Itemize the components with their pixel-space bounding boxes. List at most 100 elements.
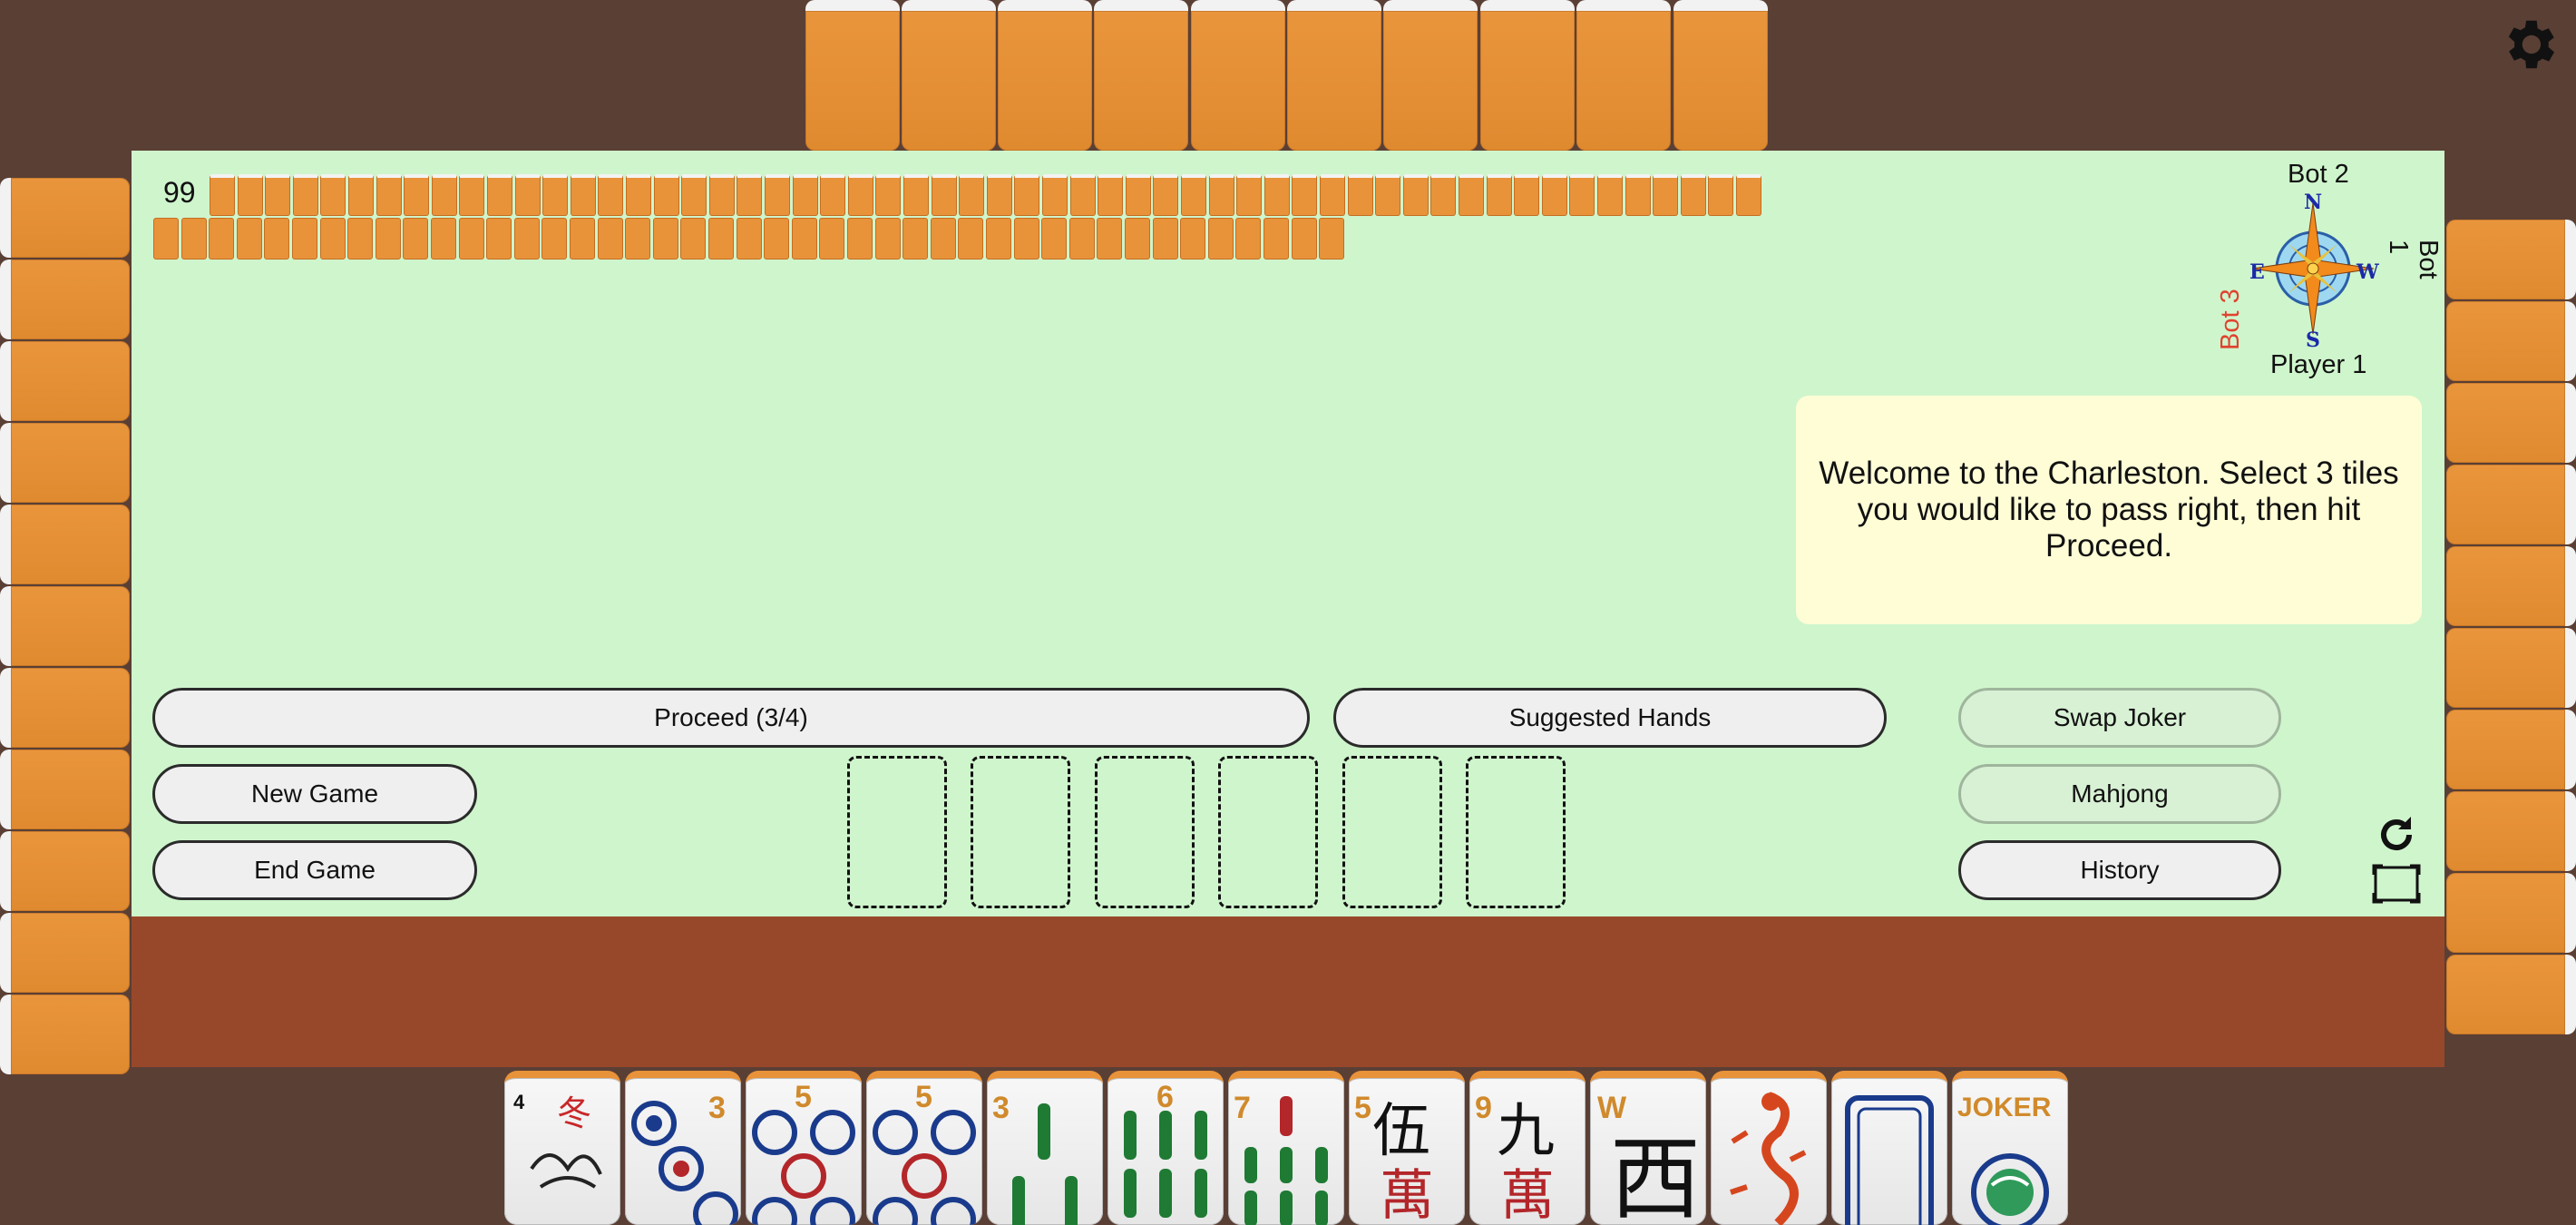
wall-tile — [403, 218, 429, 260]
tile-back — [2446, 301, 2576, 381]
wall-tile — [1320, 174, 1345, 216]
hand-tile[interactable]: 5 — [746, 1071, 862, 1225]
pass-slot[interactable] — [971, 756, 1070, 908]
pass-slot[interactable] — [847, 756, 947, 908]
svg-text:萬: 萬 — [1380, 1164, 1434, 1225]
wall-tile — [570, 218, 595, 260]
wall-tile — [1708, 174, 1734, 216]
wall-tile — [1098, 174, 1124, 216]
history-button[interactable]: History — [1958, 840, 2281, 900]
suggested-hands-button[interactable]: Suggested Hands — [1333, 688, 1887, 748]
wall-tile — [1402, 174, 1429, 216]
wall-tile — [903, 174, 929, 216]
gear-icon[interactable] — [2497, 13, 2561, 76]
wall-tile — [903, 218, 929, 260]
wall-tile — [959, 174, 985, 216]
wall-tile — [376, 174, 402, 216]
hand-tile[interactable] — [1831, 1071, 1947, 1225]
wall-tile — [765, 174, 790, 216]
svg-text:伍: 伍 — [1372, 1098, 1430, 1165]
wall-tile — [930, 218, 956, 260]
wall-tile — [653, 174, 679, 216]
wall-tile — [737, 174, 763, 216]
wall-tile — [1014, 174, 1040, 216]
tile-back — [0, 260, 130, 339]
tile-back — [2446, 873, 2576, 953]
wall-tile — [847, 218, 873, 260]
tile-back — [2446, 710, 2576, 789]
new-game-button[interactable]: New Game — [152, 764, 477, 824]
pass-slot[interactable] — [1466, 756, 1566, 908]
wall-tile — [1264, 218, 1289, 260]
tile-back — [1287, 0, 1381, 151]
wall-tile — [1069, 174, 1096, 216]
wall-tile — [792, 174, 818, 216]
wall-tile — [486, 218, 512, 260]
wall-tile — [1125, 174, 1151, 216]
pass-slot[interactable] — [1095, 756, 1195, 908]
wall-tile — [1347, 174, 1373, 216]
message-text: Welcome to the Charleston. Select 3 tile… — [1819, 456, 2399, 564]
wall-tile — [347, 218, 374, 260]
wall-tile — [874, 218, 901, 260]
wall-tile — [459, 174, 485, 216]
wall-tile — [320, 174, 346, 216]
wall-tile — [431, 174, 457, 216]
wall-tile — [958, 218, 984, 260]
swap-joker-button[interactable]: Swap Joker — [1958, 688, 2281, 748]
hand-tile[interactable]: 6 — [1107, 1071, 1224, 1225]
svg-text:西: 西 — [1610, 1126, 1701, 1225]
compass-south: S — [2306, 328, 2320, 352]
tile-back — [2446, 791, 2576, 871]
proceed-button[interactable]: Proceed (3/4) — [152, 688, 1310, 748]
hand-tile[interactable]: 4 冬 — [504, 1071, 620, 1225]
wall-tile — [1152, 218, 1178, 260]
wall-tile — [1292, 174, 1318, 216]
hand-tile[interactable] — [1711, 1071, 1827, 1225]
wall-tile — [708, 174, 735, 216]
mahjong-button[interactable]: Mahjong — [1958, 764, 2281, 824]
wall-tile — [375, 218, 401, 260]
tile-back — [1673, 0, 1768, 151]
wall-tile — [1514, 174, 1540, 216]
hand-tile[interactable]: 5 — [866, 1071, 982, 1225]
hand-tile[interactable]: 3 — [625, 1071, 741, 1225]
wall-tile — [1181, 174, 1206, 216]
tile-back — [1383, 0, 1478, 151]
tile-back — [0, 586, 130, 666]
wall-tile — [264, 218, 290, 260]
tile-back — [2446, 546, 2576, 626]
refresh-icon[interactable] — [2375, 813, 2418, 857]
wall-tile — [791, 218, 817, 260]
wall-tile — [181, 218, 207, 260]
wall-tile — [986, 218, 1011, 260]
wall-tile — [1653, 174, 1679, 216]
hand-tile[interactable]: 3 — [987, 1071, 1103, 1225]
wall-tile — [431, 218, 456, 260]
pass-slot[interactable] — [1342, 756, 1442, 908]
pass-slot[interactable] — [1218, 756, 1318, 908]
wall-tile — [265, 174, 291, 216]
hand-tile[interactable]: JOKER — [1952, 1071, 2068, 1225]
fullscreen-icon[interactable] — [2372, 864, 2421, 904]
hand-tile[interactable]: 5 伍 萬 — [1349, 1071, 1465, 1225]
tile-back — [0, 913, 130, 993]
tile-back — [0, 995, 130, 1074]
hand-tile[interactable]: 7 — [1228, 1071, 1344, 1225]
wall-tile — [819, 218, 845, 260]
end-game-button[interactable]: End Game — [152, 840, 477, 900]
white-dragon-icon — [1845, 1095, 1934, 1225]
seat-top-label: Bot 2 — [2288, 160, 2349, 189]
tile-back — [2446, 628, 2576, 708]
tile-back — [998, 0, 1092, 151]
wall-tile — [1207, 218, 1234, 260]
wall-tile — [652, 218, 678, 260]
hand-tile[interactable]: 9 九 萬 — [1469, 1071, 1586, 1225]
wall-tile — [292, 218, 317, 260]
tile-back — [2446, 220, 2576, 299]
red-dragon-icon — [1730, 1092, 1807, 1225]
wall-tile — [1459, 174, 1484, 216]
hand-tile[interactable]: W 西 — [1590, 1071, 1706, 1225]
wall-tile — [1736, 174, 1761, 216]
wall-tile — [514, 174, 541, 216]
